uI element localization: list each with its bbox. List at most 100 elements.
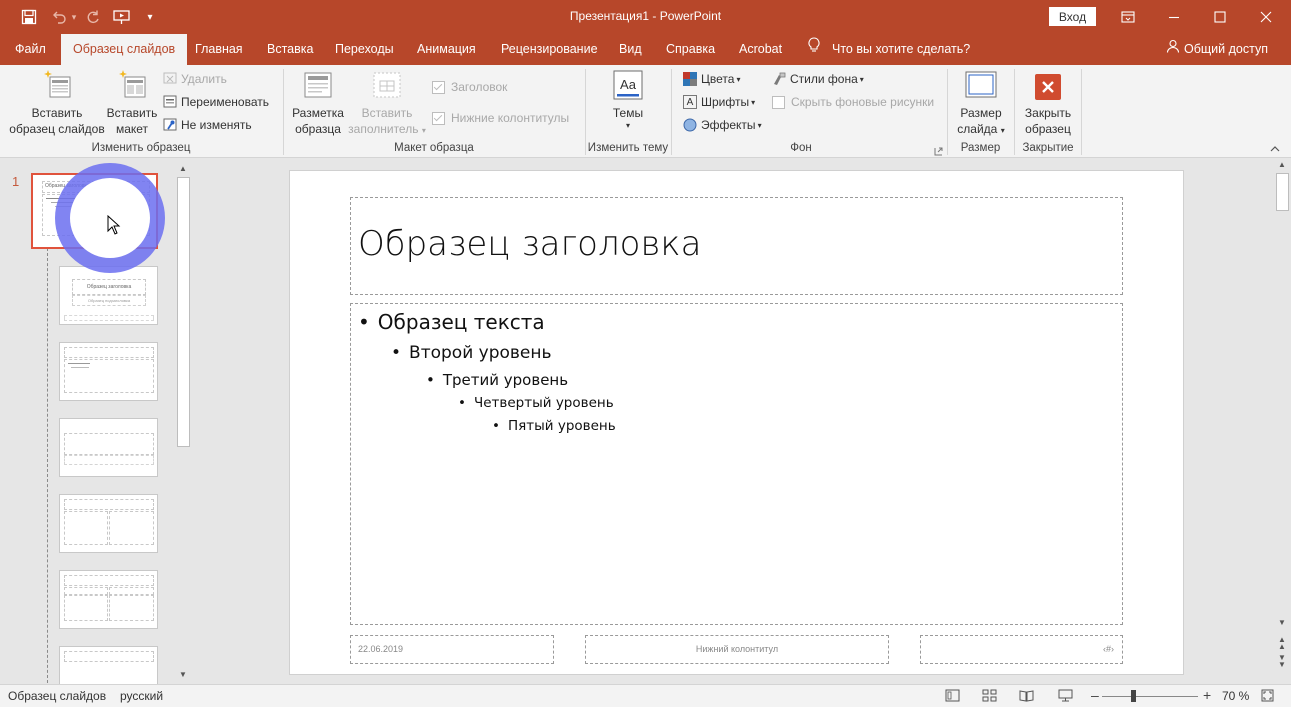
title-bar: ▾ ▾ Презентация1 - PowerPoint Вход <box>0 0 1291 34</box>
reading-view-icon[interactable] <box>1019 689 1034 705</box>
effects-button[interactable]: Эффекты ▾ <box>683 118 762 132</box>
master-layout-button[interactable]: Разметка образца <box>288 69 348 137</box>
scroll-down-icon[interactable]: ▼ <box>179 670 187 679</box>
close-master-label-1: Закрыть <box>1024 106 1072 120</box>
editor-vertical-scrollbar[interactable]: ▲ ▼ ▲ ▲ ▼ ▼ <box>1274 158 1291 684</box>
ribbon-display-options-icon[interactable] <box>1106 4 1150 30</box>
rename-label: Переименовать <box>181 95 269 109</box>
slide-size-label-2-text: слайда <box>957 122 998 136</box>
thumb-title-placeholder <box>64 499 154 510</box>
group-label-edit-theme: Изменить тему <box>587 142 669 154</box>
tell-me-text: Что вы хотите сделать? <box>832 42 971 56</box>
master-layout-label-1: Разметка <box>292 106 344 120</box>
bullet-level-5: • Пятый уровень <box>492 418 616 434</box>
group-label-edit-master: Изменить образец <box>91 142 191 154</box>
close-master-view-button[interactable]: Закрыть образец <box>1018 69 1078 137</box>
share-button[interactable]: Общий доступ <box>1166 34 1268 65</box>
slide-canvas[interactable]: Образец заголовка • Образец текста • Второ… <box>289 170 1184 675</box>
tab-help[interactable]: Справка <box>666 34 715 65</box>
minimize-icon[interactable] <box>1152 4 1196 30</box>
next-slide-icon[interactable]: ▼ ▼ <box>1278 654 1286 669</box>
bullet-level-2: • Второй уровень <box>391 343 552 363</box>
rename-button[interactable]: Переименовать <box>163 95 269 109</box>
effects-icon <box>683 118 697 132</box>
thumb-right-content-placeholder <box>109 595 154 621</box>
layout-thumbnail[interactable] <box>59 494 158 553</box>
delete-button[interactable]: Удалить <box>163 72 227 86</box>
rename-icon <box>163 95 177 109</box>
slide-size-button[interactable]: Размер слайда ▾ <box>952 69 1010 139</box>
share-label: Общий доступ <box>1184 42 1268 56</box>
tab-file[interactable]: Файл <box>15 34 46 65</box>
delete-label: Удалить <box>181 72 227 86</box>
tab-animations[interactable]: Анимация <box>417 34 476 65</box>
colors-button[interactable]: Цвета ▾ <box>683 72 740 86</box>
chevron-down-icon: ▾ <box>421 126 426 135</box>
scrollbar-thumb[interactable] <box>1276 173 1289 211</box>
thumbnail-scrollbar[interactable]: ▲ ▼ <box>176 160 191 682</box>
slide-sorter-icon[interactable] <box>982 689 997 705</box>
dialog-launcher-icon[interactable] <box>934 145 943 159</box>
normal-view-icon[interactable] <box>945 689 960 705</box>
tab-slide-master[interactable]: Образец слайдов <box>61 34 188 65</box>
scroll-up-icon[interactable]: ▲ <box>1278 160 1286 169</box>
insert-layout-icon <box>116 69 148 101</box>
footer-placeholder[interactable]: Нижний колонтитул <box>585 635 889 664</box>
themes-icon: Aa <box>612 69 644 101</box>
bullet-level-3-text: Третий уровень <box>442 371 569 389</box>
tab-review[interactable]: Рецензирование <box>501 34 598 65</box>
tab-view[interactable]: Вид <box>619 34 642 65</box>
master-layout-label-2: образца <box>295 122 341 136</box>
title-placeholder[interactable]: Образец заголовка <box>350 197 1123 295</box>
hide-background-graphics-checkbox[interactable]: Скрыть фоновые рисунки <box>772 95 934 109</box>
insert-placeholder-button[interactable]: Вставить заполнитель ▾ <box>346 69 428 139</box>
tab-home[interactable]: Главная <box>195 34 243 65</box>
group-label-close: Закрытие <box>1022 142 1074 154</box>
tab-insert[interactable]: Вставка <box>267 34 313 65</box>
slideshow-icon[interactable] <box>1058 689 1073 705</box>
bullet-icon: • <box>426 371 435 389</box>
body-placeholder[interactable]: • Образец текста • Второй уровень • Третий … <box>350 303 1123 625</box>
title-checkbox[interactable]: Заголовок <box>432 80 507 94</box>
collapse-ribbon-icon[interactable] <box>1270 142 1280 156</box>
layout-thumbnail[interactable]: Образец заголовка Образец подзаголовка <box>59 266 158 325</box>
tab-transitions[interactable]: Переходы <box>335 34 394 65</box>
window-title: Презентация1 - PowerPoint <box>569 9 722 23</box>
previous-slide-icon[interactable]: ▲ ▲ <box>1278 636 1286 651</box>
insert-slide-master-button[interactable]: Вставить образец слайдов <box>6 69 108 137</box>
hide-background-graphics-label: Скрыть фоновые рисунки <box>791 95 935 109</box>
background-styles-label: Стили фона <box>790 72 858 86</box>
zoom-in-button[interactable]: + <box>1203 687 1211 703</box>
background-styles-button[interactable]: Стили фона ▾ <box>772 72 864 86</box>
colors-label: Цвета <box>701 72 735 86</box>
slide-title-text: Образец заголовка <box>358 224 702 264</box>
language-indicator[interactable]: русский <box>120 689 163 703</box>
slide-size-label-2: слайда ▾ <box>952 121 1010 139</box>
date-placeholder[interactable]: 22.06.2019 <box>350 635 554 664</box>
layout-thumbnail[interactable] <box>59 342 158 401</box>
scroll-down-icon[interactable]: ▼ <box>1278 618 1286 627</box>
zoom-slider-track[interactable] <box>1102 696 1198 697</box>
tab-acrobat[interactable]: Acrobat <box>739 34 782 65</box>
zoom-out-button[interactable]: – <box>1091 687 1099 703</box>
themes-button[interactable]: Aa Темы ▾ <box>598 69 658 131</box>
scrollbar-thumb[interactable] <box>177 177 190 447</box>
slide-number-placeholder[interactable]: ‹#› <box>920 635 1123 664</box>
footers-checkbox[interactable]: Нижние колонтитулы <box>432 111 569 125</box>
zoom-level[interactable]: 70 % <box>1222 689 1249 703</box>
layout-thumbnail[interactable] <box>59 418 158 477</box>
tell-me-box[interactable]: Что вы хотите сделать? <box>808 34 970 65</box>
fit-to-window-icon[interactable] <box>1261 689 1274 705</box>
preserve-button[interactable]: Не изменять <box>163 118 252 132</box>
checkbox-icon <box>772 95 785 109</box>
close-icon[interactable] <box>1244 4 1288 30</box>
layout-thumbnail[interactable] <box>59 570 158 629</box>
zoom-slider-thumb[interactable] <box>1131 690 1136 702</box>
delete-icon <box>163 72 177 86</box>
maximize-icon[interactable] <box>1198 4 1242 30</box>
scroll-up-icon[interactable]: ▲ <box>179 164 187 173</box>
sign-in-button[interactable]: Вход <box>1049 7 1096 26</box>
insert-placeholder-label-2: заполнитель ▾ <box>346 121 428 139</box>
insert-layout-button[interactable]: Вставить макет <box>104 69 160 137</box>
fonts-button[interactable]: A Шрифты ▾ <box>683 95 755 109</box>
